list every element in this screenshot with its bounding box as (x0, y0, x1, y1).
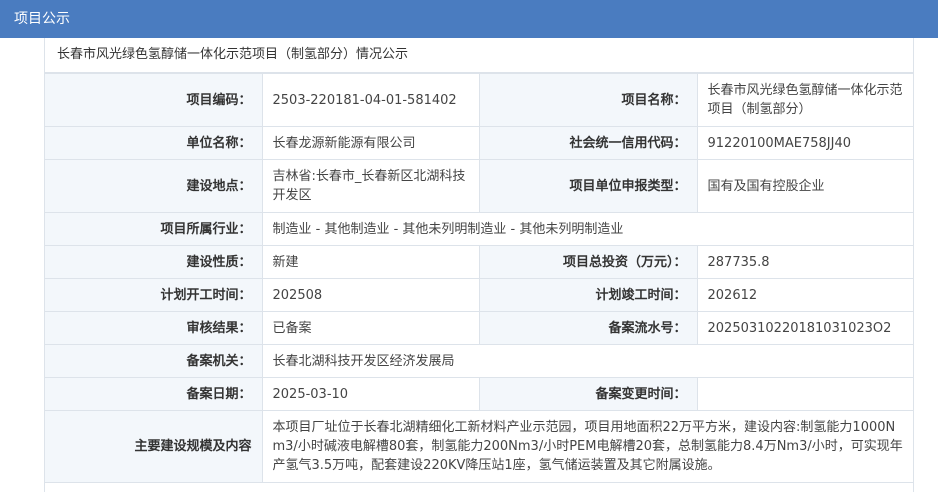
scale-content-value: 本项目厂址位于长春北湖精细化工新材料产业示范园，项目用地面积22万平方米，建设内… (261, 410, 913, 483)
plan-start-label: 计划开工时间： (45, 278, 263, 312)
table-row: 主要建设规模及内容 本项目厂址位于长春北湖精细化工新材料产业示范园，项目用地面积… (45, 410, 913, 483)
plan-finish-value: 202612 (696, 278, 913, 312)
review-result-label: 审核结果： (45, 311, 263, 345)
table-row: 建设地点： 吉林省:长春市_长春新区北湖科技开发区 项目单位申报类型： 国有及国… (45, 159, 913, 213)
scale-content-label: 主要建设规模及内容 (45, 410, 263, 483)
credit-code-label: 社会统一信用代码： (478, 126, 698, 160)
table-row: 单位名称： 长春龙源新能源有限公司 社会统一信用代码： 91220100MAE7… (45, 126, 913, 160)
investment-value: 287735.8 (696, 245, 913, 279)
project-name-label: 项目名称： (478, 73, 698, 127)
unit-type-value: 国有及国有控股企业 (696, 159, 913, 213)
plan-start-value: 202508 (261, 278, 480, 312)
change-time-label: 备案变更时间： (478, 377, 698, 411)
project-code-label: 项目编码： (45, 73, 263, 127)
unit-type-label: 项目单位申报类型： (478, 159, 698, 213)
industry-label: 项目所属行业： (45, 212, 263, 246)
table-row: 审核结果： 已备案 备案流水号： 20250310220181031023O2 (45, 311, 913, 345)
project-name-value: 长春市风光绿色氢醇储一体化示范项目（制氢部分） (696, 73, 913, 127)
table-row: 备案机关： 长春北湖科技开发区经济发展局 (45, 344, 913, 378)
section-header: 项目公示 (0, 0, 938, 38)
record-serial-label: 备案流水号： (478, 311, 698, 345)
table-row: 建设性质： 新建 项目总投资（万元）： 287735.8 (45, 245, 913, 279)
review-result-value: 已备案 (261, 311, 480, 345)
change-time-value (696, 377, 913, 411)
plan-finish-label: 计划竣工时间： (478, 278, 698, 312)
unit-name-value: 长春龙源新能源有限公司 (261, 126, 480, 160)
location-value: 吉林省:长春市_长春新区北湖科技开发区 (261, 159, 480, 213)
record-serial-value: 20250310220181031023O2 (696, 311, 913, 345)
project-info-panel: 长春市风光绿色氢醇储一体化示范项目（制氢部分）情况公示 项目编码： 2503-2… (44, 38, 914, 492)
credit-code-value: 91220100MAE758JJ40 (696, 126, 913, 160)
nature-value: 新建 (261, 245, 480, 279)
record-date-label: 备案日期： (45, 377, 263, 411)
authority-label: 备案机关： (45, 344, 263, 378)
table-row: 备案日期： 2025-03-10 备案变更时间： (45, 377, 913, 411)
authority-value: 长春北湖科技开发区经济发展局 (261, 344, 913, 378)
table-caption: 长春市风光绿色氢醇储一体化示范项目（制氢部分）情况公示 (45, 38, 913, 73)
nature-label: 建设性质： (45, 245, 263, 279)
location-label: 建设地点： (45, 159, 263, 213)
section-title: 项目公示 (14, 11, 70, 27)
project-code-value: 2503-220181-04-01-581402 (261, 73, 480, 127)
table-row: 项目编码： 2503-220181-04-01-581402 项目名称： 长春市… (45, 73, 913, 127)
industry-value: 制造业 - 其他制造业 - 其他未列明制造业 - 其他未列明制造业 (261, 212, 913, 246)
table-row: 计划开工时间： 202508 计划竣工时间： 202612 (45, 278, 913, 312)
project-info-table: 项目编码： 2503-220181-04-01-581402 项目名称： 长春市… (45, 73, 913, 483)
record-date-value: 2025-03-10 (261, 377, 480, 411)
table-row: 项目所属行业： 制造业 - 其他制造业 - 其他未列明制造业 - 其他未列明制造… (45, 212, 913, 246)
investment-label: 项目总投资（万元）： (478, 245, 698, 279)
unit-name-label: 单位名称： (45, 126, 263, 160)
